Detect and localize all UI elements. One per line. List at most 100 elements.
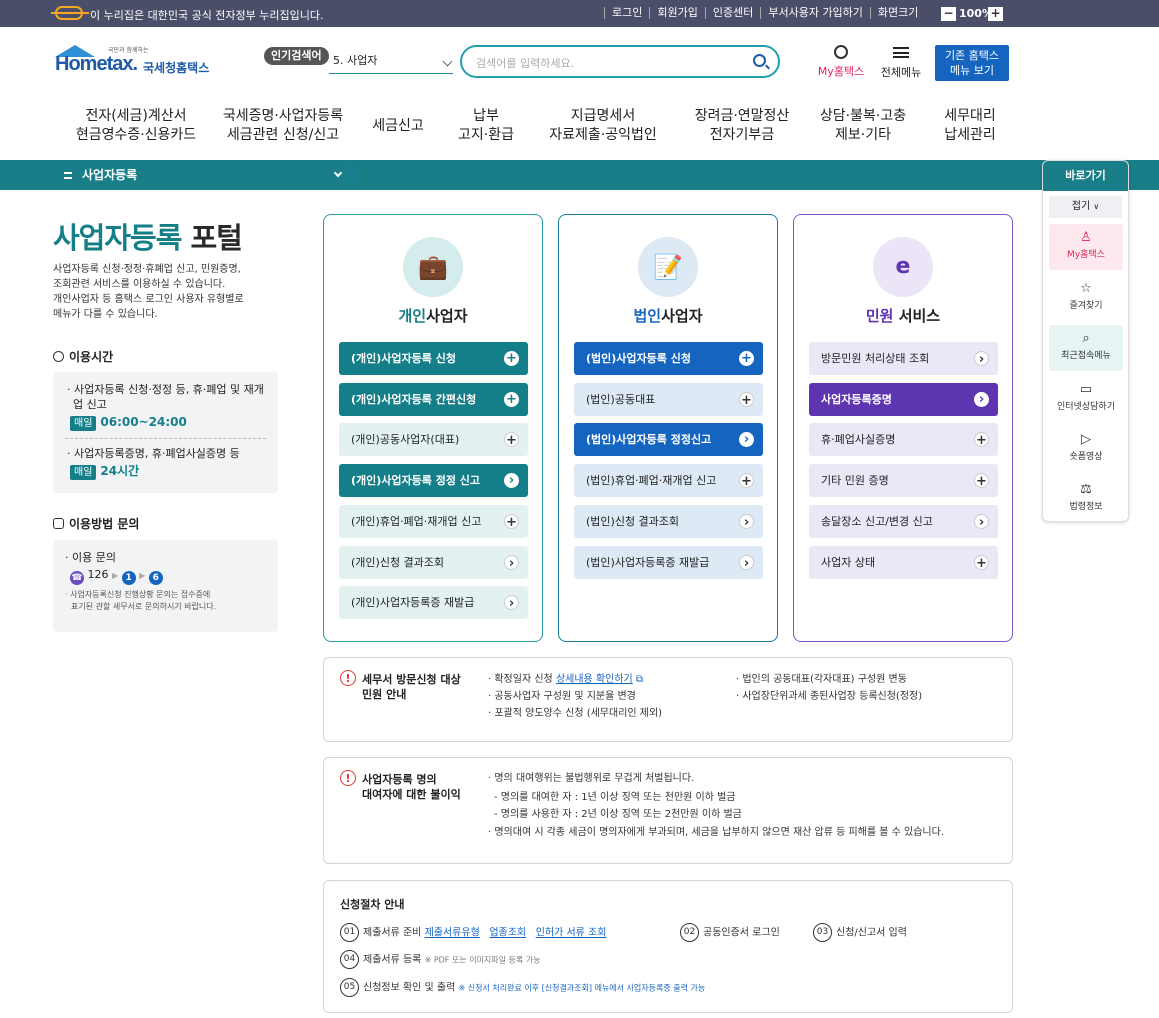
service-card-0: 💼 개인사업자 (개인)사업자등록 신청 + (개인)사업자등록 간편신청 + (개인)공동… [323, 214, 543, 642]
signup-link[interactable]: 회원가입 [649, 7, 704, 19]
login-link[interactable]: 로그인 [604, 7, 649, 19]
service-item-label: (개인)사업자등록 간편신청 [351, 392, 477, 406]
industry-lookup-link[interactable]: 업종조회 [489, 928, 526, 939]
service-item-button[interactable]: 송달장소 신고/변경 신고 › [809, 504, 998, 538]
clock-icon [53, 351, 64, 362]
search-icon[interactable] [753, 54, 766, 67]
service-item-button[interactable]: (법인)사업자등록증 재발급 › [574, 545, 763, 579]
notice-title-line: 세무서 방문신청 대상 [362, 673, 461, 686]
detail-link[interactable]: 상세내용 확인하기 [556, 674, 633, 685]
chevron-right-icon: › [504, 554, 519, 571]
service-item-label: (법인)사업자등록증 재발급 [586, 555, 710, 569]
service-item-button[interactable]: (개인)신청 결과조회 › [339, 545, 528, 579]
alert-icon: ! [340, 770, 356, 786]
service-item-button[interactable]: (개인)사업자등록 간편신청 + [339, 382, 528, 416]
plus-icon: + [504, 432, 519, 448]
service-item-button[interactable]: (개인)휴업·폐업·재개업 신고 + [339, 504, 528, 538]
service-item-button[interactable]: (개인)사업자등록 정정 신고 › [339, 464, 528, 498]
fold-button[interactable]: 접기 ∨ [1049, 196, 1122, 218]
my-hometax-button[interactable]: My홈택스 [815, 45, 867, 79]
briefcase-icon: 💼 [403, 237, 463, 297]
step-number: 02 [680, 923, 699, 942]
service-card-2: e 민원 서비스 방문민원 처리상태 조회 › 사업자등록증명 › 휴·폐업사실증명 + 기타 … [793, 214, 1013, 642]
cert-center-link[interactable]: 인증센터 [704, 7, 760, 19]
step-03: 03 신청/신고서 입력 [813, 923, 907, 943]
gnb-incentives[interactable]: 장려금·연말정산 전자기부금 [682, 107, 802, 145]
subnav-current-select[interactable]: 사업자등록 [53, 160, 349, 190]
logo-korean: 국세청홈택스 [143, 61, 210, 75]
gnb-label: 제보·기타 [835, 127, 891, 143]
dept-user-signup-link[interactable]: 부서사용자 가입하기 [760, 7, 870, 19]
service-item-button[interactable]: 사업자 상태 + [809, 545, 998, 579]
service-item-button[interactable]: 기타 민원 증명 + [809, 464, 998, 498]
search-input[interactable]: 검색어를 입력하세요. [460, 45, 780, 78]
sub-navigation: 사업자등록 [0, 160, 1159, 190]
service-item-button[interactable]: (법인)휴업·폐업·재개업 신고 + [574, 464, 763, 498]
service-item-button[interactable]: 방문민원 처리상태 조회 › [809, 342, 998, 375]
service-item-button[interactable]: (개인)사업자등록증 재발급 › [339, 586, 528, 620]
service-item-label: 송달장소 신고/변경 신고 [821, 514, 933, 528]
daily-badge: 매일 [70, 465, 97, 480]
play-icon: ▷ [1081, 432, 1091, 447]
all-menu-button[interactable]: 전체메뉴 [875, 45, 927, 80]
zoom-out-button[interactable]: − [941, 7, 956, 21]
gnb-label: 지급명세서 [570, 108, 636, 124]
inquiry-box: · 이용 문의 ☎ 126 ▶ 1 ▶ 6 · 사업자등록신청 진행상황 문의는… [53, 540, 278, 632]
gnb-label: 고지·환급 [458, 127, 514, 143]
popular-search-value: 5. 사업자 [333, 54, 378, 67]
e-monitor-icon: e [873, 237, 933, 297]
service-item-button[interactable]: 휴·폐업사실증명 + [809, 423, 998, 457]
inquiry-title: 이용방법 문의 [69, 517, 140, 531]
service-item-button[interactable]: (법인)공동대표 + [574, 382, 763, 416]
service-item-button[interactable]: (개인)공동사업자(대표) + [339, 423, 528, 457]
zoom-in-button[interactable]: + [988, 7, 1003, 21]
quick-law-info[interactable]: ⚖ 법령정보 [1049, 476, 1123, 521]
notice-item-text: 포괄적 양도양수 신청 (세무대리인 제외) [494, 708, 663, 719]
old-hometax-line2: 메뉴 보기 [950, 64, 994, 77]
quick-shortform-video[interactable]: ▷ 숏폼영상 [1049, 426, 1123, 472]
star-icon: ☆ [1080, 281, 1092, 296]
gnb-tax-filing[interactable]: 세금신고 [368, 117, 428, 136]
step-label: 신청정보 확인 및 출력 [363, 982, 456, 994]
gnb-label: 국세증명·사업자등록 [222, 108, 344, 124]
doc-type-link[interactable]: 제출서류유형 [425, 928, 480, 939]
quick-favorites[interactable]: ☆ 즐겨찾기 [1049, 275, 1123, 321]
service-item-button[interactable]: (법인)사업자등록 정정신고 › [574, 423, 763, 457]
old-hometax-button[interactable]: 기존 홈택스 메뉴 보기 [935, 45, 1009, 81]
gnb-statements[interactable]: 지급명세서 자료제출·공익법인 [543, 107, 663, 145]
quick-online-consult[interactable]: ▭ 인터넷상담하기 [1049, 376, 1123, 422]
hours-box: · 사업자등록 신청·정정 등, 휴·폐업 및 재개업 신고 매일 06:00~2… [53, 372, 278, 493]
service-item-button[interactable]: (법인)사업자등록 신청 + [574, 342, 763, 375]
gov-links: 로그인 회원가입 인증센터 부서사용자 가입하기 화면크기 [604, 7, 925, 19]
subnav-current-label: 사업자등록 [82, 168, 138, 182]
step-05: 05 신청정보 확인 및 출력 ※ 신청서 처리완료 이후 [신청결과조회] 메뉴… [340, 978, 705, 998]
my-hometax-label: My홈택스 [817, 65, 865, 78]
step-label: 제출서류 준비 [363, 927, 422, 939]
gnb-label: 납부 [473, 108, 499, 124]
notice-item: · 명의대여 시 각종 세금이 명의자에게 부과되며, 세금을 납부하지 않으면… [488, 827, 944, 838]
gnb-certificates[interactable]: 국세증명·사업자등록 세금관련 신청/신고 [218, 107, 348, 145]
hours-item-text: · 사업자등록증명, 휴·폐업사실증명 등 [67, 447, 240, 460]
service-item-button[interactable]: (법인)신청 결과조회 › [574, 504, 763, 538]
popular-search-select[interactable]: 5. 사업자 [329, 52, 453, 74]
quick-label: My홈택스 [1067, 250, 1105, 260]
service-item-button[interactable]: (개인)사업자등록 신청 + [339, 342, 528, 375]
gnb-einvoice[interactable]: 전자(세금)계산서 현금영수증·신용카드 [71, 107, 201, 145]
gnb-consult[interactable]: 상담·불복·고충 제보·기타 [808, 107, 918, 145]
service-item-button[interactable]: 사업자등록증명 › [809, 382, 998, 416]
user-icon [834, 45, 848, 59]
card-title-highlight: 개인 [398, 307, 427, 325]
quick-my-hometax[interactable]: ♙ My홈택스 [1049, 224, 1123, 270]
gnb-payment[interactable]: 납부고지·환급 [446, 107, 526, 145]
step-number: 01 [340, 923, 359, 942]
quick-recent-menu[interactable]: ⌕ 최근접속메뉴 [1049, 325, 1123, 371]
permit-docs-link[interactable]: 인허가 서류 조회 [536, 928, 607, 939]
notice-item: · 확정일자 신청 상세내용 확인하기 ⧉ [488, 674, 644, 685]
service-item-label: (개인)공동사업자(대표) [351, 433, 460, 447]
chevron-right-icon: › [974, 351, 989, 367]
hours-text: 사업자등록 신청·정정 등, 휴·폐업 및 재개업 신고 [73, 383, 264, 411]
gov-message: 이 누리집은 대한민국 공식 전자정부 누리집입니다. [90, 9, 324, 22]
gnb-tax-agent[interactable]: 세무대리 납세관리 [935, 107, 1005, 145]
card-title: 법인사업자 [559, 305, 777, 326]
alert-icon: ! [340, 670, 356, 686]
